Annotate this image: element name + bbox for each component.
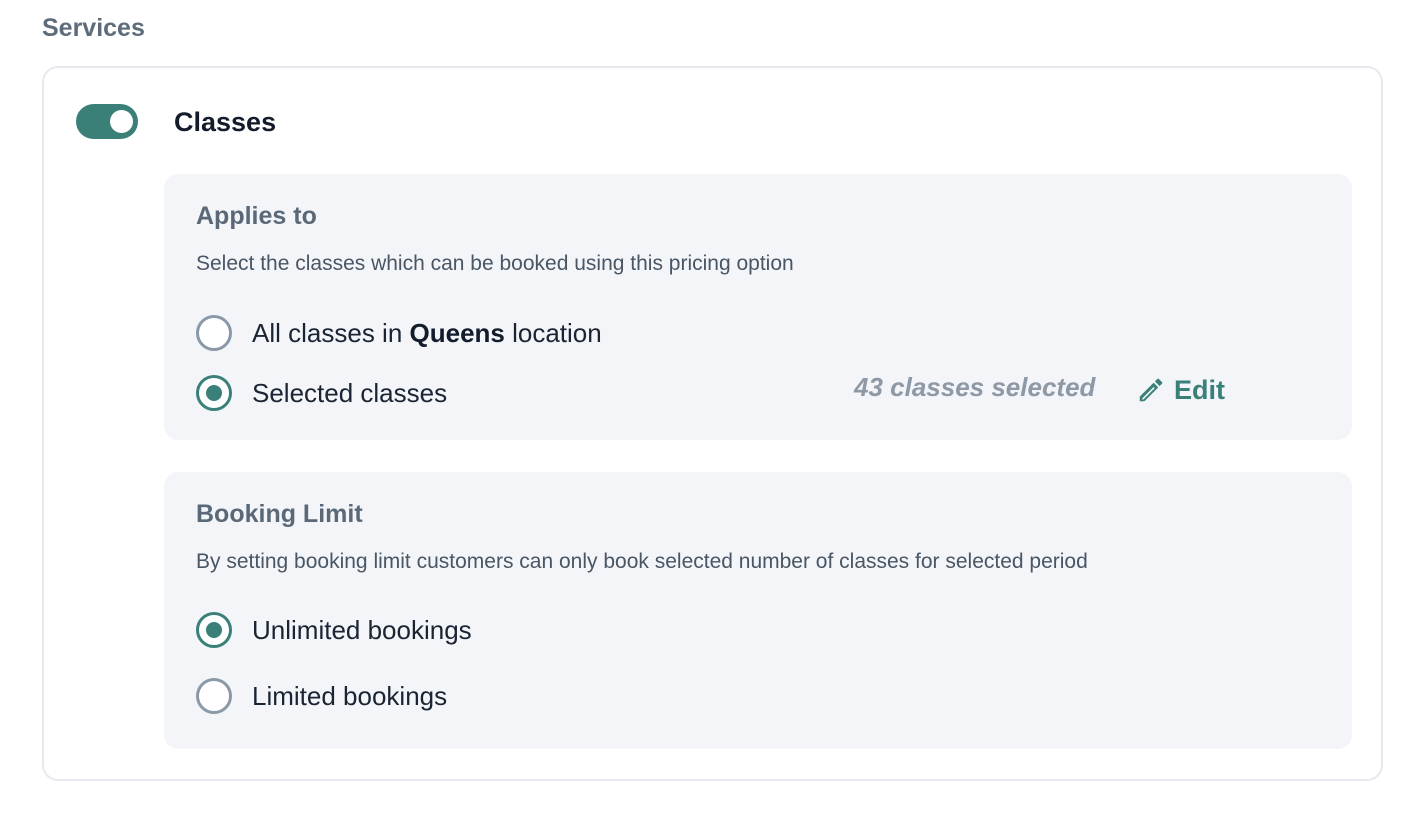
booking-limit-panel: Booking Limit By setting booking limit c… — [164, 472, 1352, 749]
toggle-knob — [110, 110, 133, 133]
selected-count: 43 classes selected — [854, 372, 1096, 402]
label-suffix: location — [504, 317, 602, 348]
radio-unlimited-bookings[interactable]: Unlimited bookings — [196, 612, 472, 648]
radio-label-all-classes: All classes in Queens location — [252, 318, 602, 349]
radio-selected-classes[interactable]: Selected classes — [196, 375, 447, 411]
radio-label-unlimited: Unlimited bookings — [252, 614, 472, 645]
applies-to-title: Applies to — [196, 202, 317, 230]
pencil-icon — [1139, 378, 1163, 402]
service-label: Classes — [174, 107, 277, 137]
location-name: Queens — [409, 317, 505, 348]
radio-label-selected-classes: Selected classes — [252, 377, 448, 408]
radio-button-unlimited[interactable] — [196, 612, 232, 648]
section-title: Services — [42, 14, 145, 42]
edit-button[interactable]: Edit — [1136, 372, 1225, 408]
applies-to-description: Select the classes which can be booked u… — [196, 252, 794, 275]
applies-to-panel: Applies to Select the classes which can … — [164, 174, 1352, 440]
edit-label: Edit — [1174, 374, 1225, 405]
radio-all-classes[interactable]: All classes in Queens location — [196, 315, 602, 351]
classes-toggle[interactable] — [76, 104, 138, 139]
radio-limited-bookings[interactable]: Limited bookings — [196, 678, 447, 714]
label-prefix: All classes in — [252, 317, 410, 348]
booking-limit-title: Booking Limit — [196, 500, 363, 528]
radio-button-selected-classes[interactable] — [196, 375, 232, 411]
radio-label-limited: Limited bookings — [252, 680, 448, 711]
radio-button-limited[interactable] — [196, 678, 232, 714]
radio-button-all-classes[interactable] — [196, 315, 232, 351]
booking-limit-description: By setting booking limit customers can o… — [196, 550, 1088, 573]
